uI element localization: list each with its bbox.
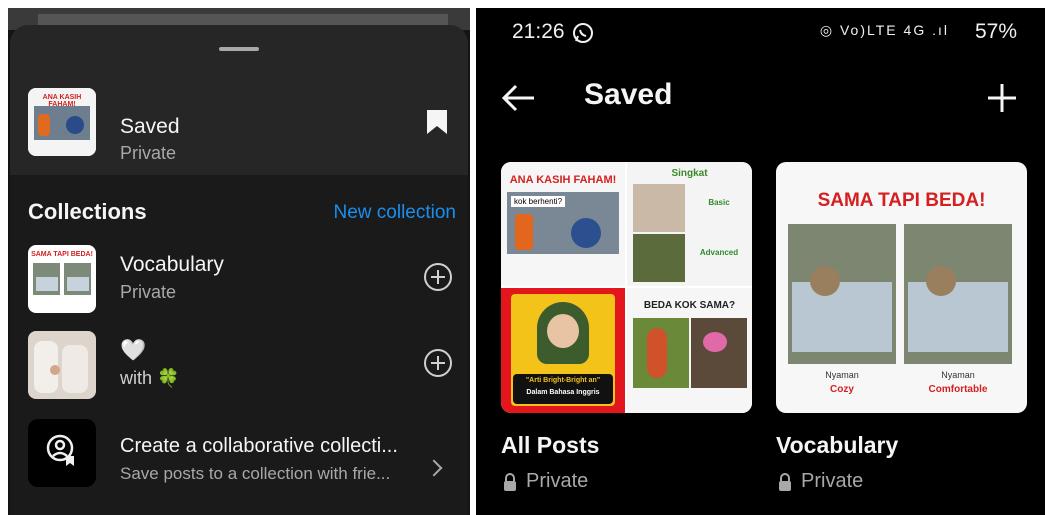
saved-screen: 21:26 ◎ Vo)LTE 4G .ıl 57% Saved ANA KASI… — [476, 8, 1045, 515]
tile-caption: Dalam Bahasa Inggris — [526, 389, 600, 396]
speech-bubble: kok berhenti? — [511, 196, 566, 207]
word-label: Nyaman — [825, 370, 859, 380]
word-translation: Comfortable — [928, 384, 988, 395]
collections-section: Collections New collection SAMA TAPI BED… — [10, 175, 468, 515]
cover-heading: SAMA TAPI BEDA! — [817, 190, 986, 211]
all-posts-cover[interactable]: ANA KASIH FAHAM! kok berhenti? Singkat B… — [501, 162, 752, 413]
status-time: 21:26 — [512, 20, 565, 43]
word-translation: Cozy — [830, 384, 854, 395]
bookmark-icon[interactable] — [426, 109, 448, 135]
collection-privacy: Private — [526, 470, 589, 492]
tile-caption: BEDA KOK SAMA? — [643, 300, 736, 311]
battery-level: 57% — [974, 20, 1017, 43]
saved-privacy: Private — [120, 143, 177, 163]
saved-row[interactable]: ANA KASIH FAHAM! Saved Private — [10, 75, 468, 175]
tile-caption: "Arti Bright-Bright an" — [525, 377, 601, 384]
tile-label: Advanced — [699, 248, 739, 257]
lock-icon — [504, 473, 516, 491]
collection-title: Vocabulary — [776, 432, 899, 458]
page-title: Saved — [584, 78, 673, 111]
chevron-right-icon — [425, 459, 443, 477]
lock-icon — [779, 473, 791, 491]
collaborators-text: with 🍀 — [120, 368, 180, 388]
collection-title: All Posts — [501, 432, 600, 458]
tile-caption: Singkat — [671, 168, 708, 179]
vocabulary-thumbnail: SAMA TAPI BEDA! — [28, 245, 96, 313]
collab-title: Create a collaborative collecti... — [120, 435, 398, 457]
collection-row-vocabulary[interactable]: SAMA TAPI BEDA! Vocabulary Private — [10, 245, 468, 325]
collections-sheet-screen: ANA KASIH FAHAM! Saved Private Collectio… — [8, 8, 470, 515]
thumb-caption: SAMA TAPI BEDA! — [31, 251, 93, 258]
vocabulary-cover[interactable]: SAMA TAPI BEDA! Nyaman Cozy Nyaman Comfo… — [776, 162, 1027, 413]
post-tile: Singkat Basic Advanced — [627, 162, 752, 286]
back-arrow-icon[interactable] — [500, 84, 536, 112]
saved-thumbnail: ANA KASIH FAHAM! — [28, 88, 96, 156]
add-icon[interactable] — [986, 82, 1018, 114]
heart-collection-thumbnail — [28, 331, 96, 399]
bottom-sheet: ANA KASIH FAHAM! Saved Private Collectio… — [10, 25, 468, 515]
collaborative-collection-icon — [28, 419, 96, 487]
tile-label: Basic — [708, 198, 730, 207]
tile-caption: ANA KASIH FAHAM! — [509, 174, 617, 186]
collab-subtitle: Save posts to a collection with frie... — [120, 464, 391, 483]
add-to-collection-icon[interactable] — [424, 349, 452, 377]
add-to-collection-icon[interactable] — [424, 263, 452, 291]
collection-privacy: Private — [801, 470, 864, 492]
post-tile: BEDA KOK SAMA? — [627, 288, 752, 413]
collection-row-heart[interactable]: 🤍 with 🍀 — [10, 331, 468, 411]
new-collection-button[interactable]: New collection — [334, 202, 457, 224]
collection-privacy: Private — [120, 282, 177, 302]
post-tile: ANA KASIH FAHAM! kok berhenti? — [501, 162, 625, 286]
collection-title: 🤍 — [120, 339, 147, 362]
word-label: Nyaman — [941, 370, 975, 380]
collections-heading: Collections — [28, 199, 147, 224]
collection-title: Vocabulary — [120, 253, 224, 276]
post-tile: "Arti Bright-Bright an" Dalam Bahasa Ing… — [501, 288, 625, 413]
saved-title: Saved — [120, 115, 180, 138]
whatsapp-icon — [573, 23, 593, 43]
signal-icons: ◎ Vo)LTE 4G .ıl — [819, 22, 949, 38]
drag-handle[interactable] — [219, 47, 259, 51]
